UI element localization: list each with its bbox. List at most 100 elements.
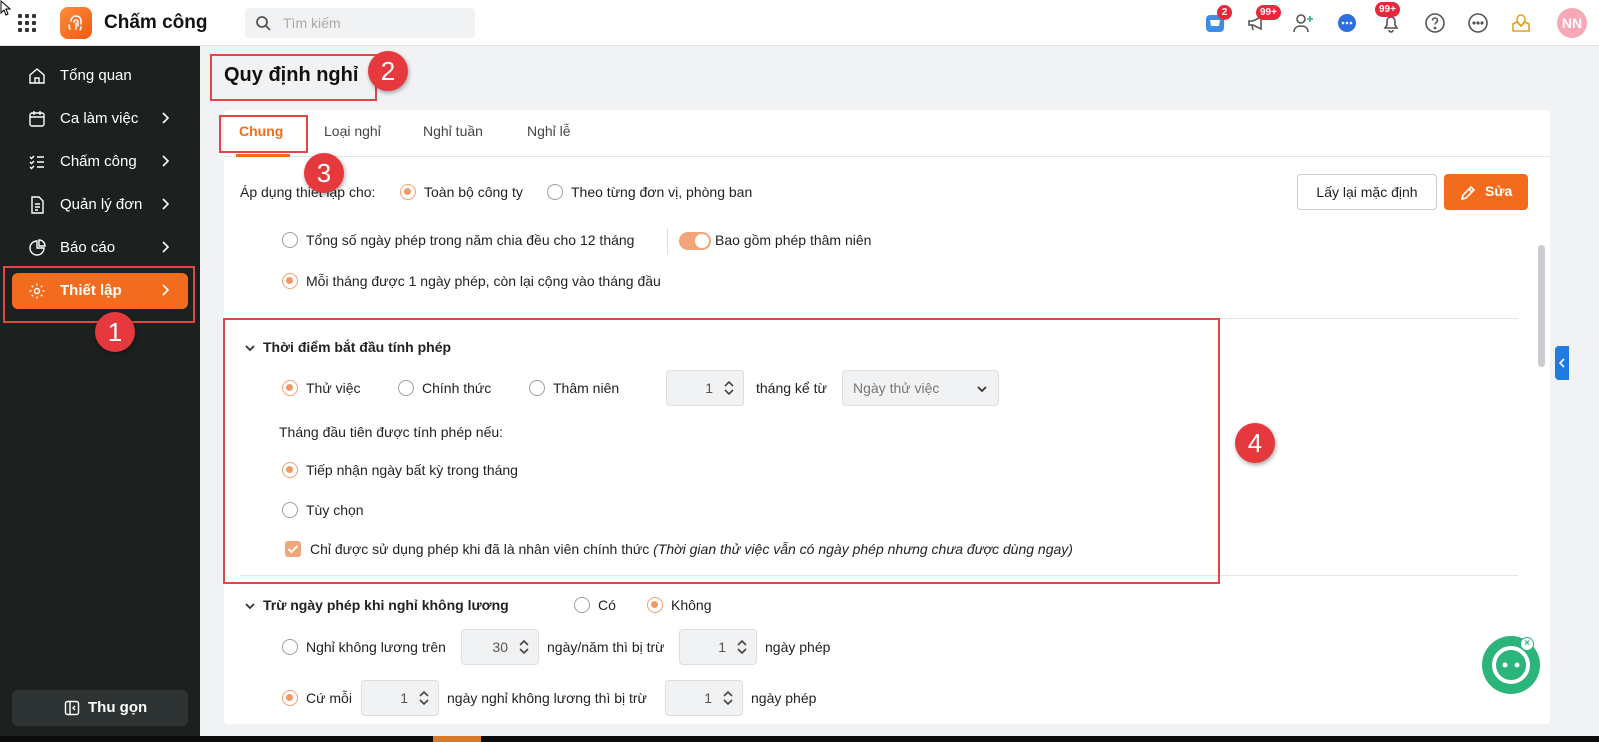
sidebar-item-timekeeping[interactable]: Chấm công [12, 144, 188, 180]
tab-holidays[interactable]: Nghỉ lễ [527, 123, 571, 139]
app-title: Chấm công [104, 12, 208, 33]
collapse-sidebar-button[interactable]: Thu gọn [12, 690, 188, 726]
seniority-toggle-label: Bao gồm phép thâm niên [715, 232, 872, 248]
stepper-arrows-icon [519, 639, 529, 655]
search-input[interactable] [283, 8, 463, 38]
search-box[interactable] [245, 8, 475, 38]
scrollbar[interactable] [1538, 245, 1545, 367]
bell-badge: 99+ [1375, 2, 1400, 17]
annotation-number-3: 3 [304, 153, 344, 193]
deduct-no-label: Không [671, 597, 712, 613]
help-icon[interactable] [1421, 9, 1449, 37]
cart-icon[interactable]: 2 [1201, 5, 1232, 37]
annotation-box-3 [219, 115, 308, 153]
fingerprint-logo-icon [60, 7, 92, 39]
location-map-icon[interactable] [1507, 9, 1535, 37]
stepper-arrows-icon [419, 690, 429, 706]
chat-icon[interactable] [1333, 9, 1361, 37]
megaphone-badge: 99+ [1256, 5, 1281, 20]
deduct-rule1-prefix: Nghỉ không lương trên [306, 639, 446, 655]
deduct-rule1-suffix: ngày phép [765, 639, 831, 655]
annotation-number-2: 2 [368, 51, 408, 91]
sidebar-item-label: Tổng quan [60, 67, 132, 84]
bell-icon[interactable]: 99+ [1375, 2, 1405, 37]
sidebar-item-reports[interactable]: Báo cáo [12, 230, 188, 266]
tab-bar: Chung Loại nghỉ Nghỉ tuần Nghỉ lễ [224, 110, 1550, 157]
apply-label: Áp dụng thiết lập cho: [240, 184, 376, 200]
tab-weekly-off[interactable]: Nghỉ tuần [423, 123, 483, 139]
rule1-deduct-stepper[interactable]: 1 [679, 629, 757, 665]
taskbar-indicator [433, 736, 481, 742]
sidebar: Tổng quan Ca làm việc Chấm công Quản lý … [0, 46, 200, 742]
rule1-days-value: 30 [492, 639, 508, 655]
avatar[interactable]: NN [1557, 8, 1587, 38]
cart-badge: 2 [1217, 5, 1232, 20]
annotation-box-2 [210, 54, 377, 101]
apply-company-radio[interactable] [400, 184, 416, 200]
annotation-number-1: 1 [95, 312, 135, 352]
mouse-cursor-icon [0, 0, 12, 16]
sidebar-item-requests[interactable]: Quản lý đơn [12, 187, 188, 223]
side-panel-toggle[interactable] [1555, 346, 1569, 380]
annotation-box-4 [223, 318, 1220, 584]
reset-default-button[interactable]: Lấy lại mặc định [1297, 174, 1437, 210]
top-bar: Chấm công 2 99+ 99+ NN [0, 0, 1599, 46]
stepper-arrows-icon [723, 690, 733, 706]
sidebar-item-label: Ca làm việc [60, 110, 139, 127]
rule2-deduct-stepper[interactable]: 1 [665, 680, 743, 716]
apps-grid-icon[interactable] [18, 14, 36, 32]
close-icon[interactable]: × [1520, 637, 1534, 651]
collapse-label: Thu gọn [88, 699, 148, 716]
edit-label: Sửa [1485, 183, 1513, 199]
chevron-down-icon[interactable] [244, 600, 256, 612]
apply-department-label: Theo từng đơn vị, phòng ban [571, 184, 753, 200]
accrual-split-radio[interactable] [282, 232, 298, 248]
deduct-no-radio[interactable] [647, 597, 663, 613]
sidebar-item-overview[interactable]: Tổng quan [12, 58, 188, 94]
accrual-split-label: Tổng số ngày phép trong năm chia đều cho… [306, 232, 635, 248]
seniority-toggle[interactable] [679, 232, 711, 250]
sidebar-item-label: Quản lý đơn [60, 196, 143, 213]
edit-button[interactable]: Sửa [1444, 174, 1528, 210]
rule2-days-value: 1 [400, 690, 408, 706]
add-user-icon[interactable] [1289, 9, 1317, 37]
rule1-days-stepper[interactable]: 30 [461, 629, 539, 665]
deduct-rule1-radio[interactable] [282, 639, 298, 655]
home-icon [29, 68, 45, 84]
deduct-rule1-mid: ngày/năm thì bị trừ [547, 639, 665, 655]
chevron-left-icon [1558, 358, 1565, 368]
accrual-monthly-label: Mỗi tháng được 1 ngày phép, còn lại cộng… [306, 273, 661, 289]
sidebar-item-label: Chấm công [60, 153, 137, 170]
deduct-rule2-mid: ngày nghỉ không lương thì bị trừ [447, 690, 647, 706]
tab-leave-types[interactable]: Loại nghỉ [324, 123, 381, 139]
deduct-yes-radio[interactable] [574, 597, 590, 613]
calendar-icon [29, 111, 45, 127]
chevron-right-icon [162, 155, 170, 167]
rule1-deduct-value: 1 [718, 639, 726, 655]
divider [667, 228, 668, 254]
deduct-section-title: Trừ ngày phép khi nghỉ không lương [263, 597, 509, 613]
annotation-number-4: 4 [1235, 423, 1275, 463]
megaphone-icon[interactable]: 99+ [1242, 5, 1281, 37]
rule2-deduct-value: 1 [704, 690, 712, 706]
apply-company-label: Toàn bộ công ty [424, 184, 523, 200]
rule2-days-stepper[interactable]: 1 [361, 680, 439, 716]
collapse-icon [64, 700, 80, 716]
deduct-rule2-prefix: Cứ mỗi [306, 690, 352, 706]
sidebar-item-shifts[interactable]: Ca làm việc [12, 101, 188, 137]
document-icon [31, 196, 44, 214]
pencil-icon [1460, 185, 1476, 201]
more-icon[interactable] [1464, 9, 1492, 37]
active-tab-indicator [236, 154, 290, 157]
deduct-rule2-radio[interactable] [282, 690, 298, 706]
search-icon [256, 16, 271, 31]
chevron-right-icon [162, 198, 170, 210]
taskbar-strip [0, 736, 1599, 742]
accrual-monthly-radio[interactable] [282, 273, 298, 289]
apply-department-radio[interactable] [547, 184, 563, 200]
chevron-right-icon [162, 112, 170, 124]
sidebar-item-label: Báo cáo [60, 239, 116, 256]
deduct-rule2-suffix: ngày phép [751, 690, 817, 706]
checklist-icon [29, 155, 44, 170]
annotation-box-1 [3, 266, 195, 323]
